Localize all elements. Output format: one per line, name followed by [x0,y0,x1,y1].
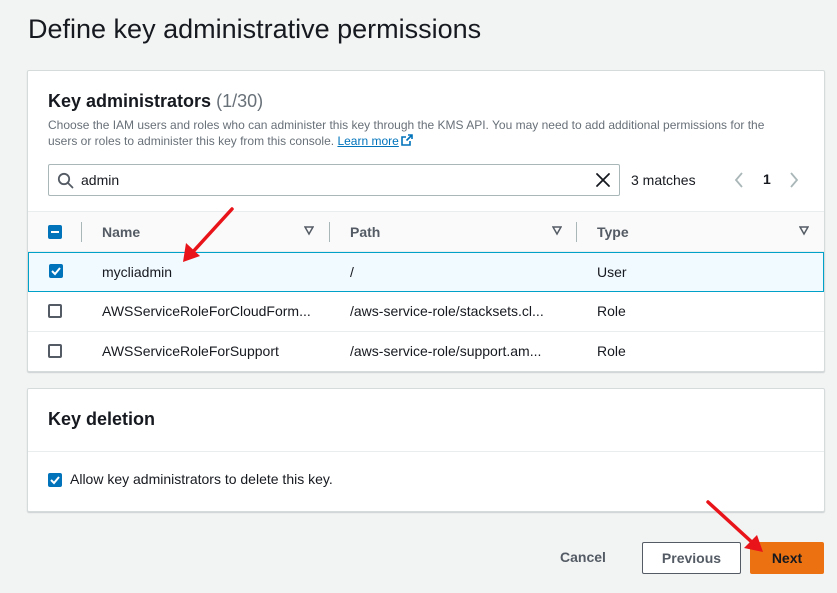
allow-deletion-label[interactable]: Allow key administrators to delete this … [70,471,333,487]
row-name: mycliadmin [102,264,173,280]
sort-icon[interactable] [552,226,562,236]
key-administrators-title: Key administrators [48,91,212,111]
search-icon [57,172,74,189]
table-row[interactable]: AWSServiceRoleForCloudForm... /aws-servi… [28,292,824,332]
row-type: Role [597,303,626,319]
row-checkbox[interactable] [49,264,63,278]
chevron-left-icon[interactable] [733,171,745,189]
column-header-path[interactable]: Path [350,224,380,240]
column-divider [81,222,82,242]
learn-more-link[interactable]: Learn more [337,134,398,148]
previous-button[interactable]: Previous [642,542,741,574]
column-header-type[interactable]: Type [597,224,629,240]
table-header: Name Path Type [28,211,824,252]
administrators-table: Name Path Type mycliadmin / User AWSServ… [28,211,824,372]
check-icon [51,267,61,276]
row-path: / [350,264,354,280]
row-type: User [597,264,627,280]
matches-count: 3 matches [631,172,696,188]
chevron-right-icon[interactable] [788,171,800,189]
clear-icon[interactable] [595,172,611,188]
column-header-name[interactable]: Name [102,224,140,240]
check-icon [50,476,60,485]
row-type: Role [597,343,626,359]
table-row[interactable]: mycliadmin / User [28,252,824,292]
next-button[interactable]: Next [750,542,824,574]
key-administrators-panel: Key administrators (1/30) Choose the IAM… [27,70,825,372]
column-divider[interactable] [576,222,577,242]
select-all-checkbox[interactable] [48,225,62,239]
selection-count: (1/30) [216,91,264,111]
sort-icon[interactable] [799,226,809,236]
key-deletion-panel: Key deletion Allow key administrators to… [27,388,825,512]
key-administrators-description: Choose the IAM users and roles who can a… [48,117,788,149]
row-path: /aws-service-role/support.am... [350,343,542,359]
row-path: /aws-service-role/stacksets.cl... [350,303,544,319]
row-name: AWSServiceRoleForSupport [102,343,279,359]
row-checkbox[interactable] [48,304,62,318]
current-page[interactable]: 1 [763,171,771,187]
page-title: Define key administrative permissions [28,14,482,44]
table-row[interactable]: AWSServiceRoleForSupport /aws-service-ro… [28,332,824,372]
external-link-icon[interactable] [401,134,413,146]
key-deletion-heading: Key deletion [48,409,156,429]
allow-deletion-checkbox[interactable] [48,473,62,487]
column-divider[interactable] [329,222,330,242]
sort-icon[interactable] [304,226,314,236]
key-administrators-heading: Key administrators (1/30) [48,91,263,112]
indeterminate-icon [51,231,59,233]
divider [28,451,824,452]
cancel-button[interactable]: Cancel [560,549,606,565]
row-checkbox[interactable] [48,344,62,358]
row-name: AWSServiceRoleForCloudForm... [102,303,311,319]
search-field[interactable] [48,164,620,196]
search-input[interactable] [81,170,581,190]
